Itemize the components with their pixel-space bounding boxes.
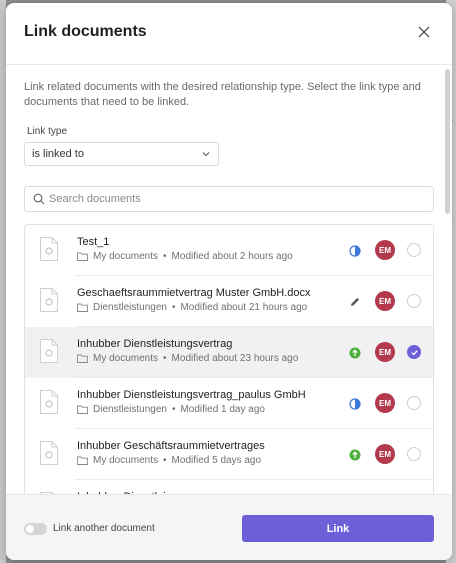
link-another-toggle[interactable]: [24, 523, 47, 535]
dialog-body: Link related documents with the desired …: [6, 66, 452, 494]
document-meta: Dienstleistungen • Modified 1 day ago: [77, 404, 265, 415]
chevron-down-icon: [202, 152, 210, 157]
half-circle-icon: [349, 244, 361, 257]
document-modified: Modified about 23 hours ago: [171, 353, 299, 364]
document-row[interactable]: Test_1 My documents • Modified about 2 hour…: [25, 225, 433, 276]
document-file-icon: [39, 389, 59, 415]
document-name: Inhubber Dienstleistungsvertrag_paulus G…: [77, 389, 306, 401]
document-name: Test_1: [77, 236, 110, 248]
link-another-label: Link another document: [53, 523, 155, 534]
search-icon: [33, 193, 45, 205]
link-button[interactable]: Link: [242, 515, 434, 542]
document-modified: Modified 1 day ago: [180, 404, 265, 415]
toggle-knob: [26, 525, 34, 533]
document-name: Inhubber Geschäftsraummietvertrages: [77, 440, 265, 452]
folder-icon: [77, 252, 88, 261]
document-meta: My documents • Modified about 23 hours ago: [77, 353, 298, 364]
document-modified: Modified 5 days ago: [171, 455, 262, 466]
folder-icon: [77, 303, 88, 312]
document-folder: Dienstleistungen: [93, 404, 167, 415]
document-modified: Modified about 2 hours ago: [171, 251, 293, 262]
green-arrow-up-icon: [349, 346, 361, 359]
dialog-header: Link documents: [6, 3, 452, 65]
document-meta: My documents • Modified about 2 hours ago: [77, 251, 293, 262]
folder-icon: [77, 354, 88, 363]
meta-separator: •: [163, 353, 167, 364]
link-documents-dialog: Link documents Link related documents wi…: [6, 3, 452, 560]
document-folder: Dienstleistungen: [93, 302, 167, 313]
document-file-icon: [39, 236, 59, 262]
scrollbar[interactable]: [445, 69, 450, 214]
avatar: EM: [375, 240, 395, 260]
select-radio[interactable]: [407, 396, 421, 410]
meta-separator: •: [171, 302, 176, 313]
document-file-icon: [39, 287, 59, 313]
select-radio[interactable]: [407, 447, 421, 461]
dialog-description: Link related documents with the desired …: [24, 81, 421, 108]
document-name: Inhubber Dienstleistungsvertrag: [77, 338, 233, 350]
folder-icon: [77, 456, 88, 465]
link-type-value: is linked to: [32, 148, 84, 160]
dialog-footer: Link another document Link: [6, 494, 452, 560]
dialog-title: Link documents: [24, 23, 147, 40]
meta-separator: •: [163, 251, 167, 262]
avatar: EM: [375, 342, 395, 362]
document-folder: My documents: [93, 353, 159, 364]
link-type-select[interactable]: is linked to: [24, 142, 219, 166]
avatar: EM: [375, 291, 395, 311]
document-modified: Modified about 21 hours ago: [180, 302, 308, 313]
document-folder: My documents: [93, 455, 159, 466]
checkmark-icon: [410, 349, 418, 356]
close-icon: [418, 26, 430, 38]
link-type-label: Link type: [27, 126, 68, 137]
document-row[interactable]: Geschaeftsraummietvertrag Muster GmbH.do…: [25, 276, 433, 327]
document-folder: My documents: [93, 251, 159, 262]
document-file-icon: [39, 338, 59, 364]
search-input[interactable]: [49, 189, 419, 209]
pencil-icon: [349, 295, 361, 307]
document-row[interactable]: Inhubber Dienstleistungsvertrag_paulus G…: [25, 378, 433, 429]
avatar: EM: [375, 444, 395, 464]
search-box[interactable]: [24, 186, 434, 212]
select-radio[interactable]: [407, 345, 421, 359]
half-circle-icon: [349, 397, 361, 410]
select-radio[interactable]: [407, 294, 421, 308]
close-button[interactable]: [414, 22, 434, 42]
document-file-icon: [39, 440, 59, 466]
meta-separator: •: [163, 455, 167, 466]
document-meta: Dienstleistungen • Modified about 21 hours…: [77, 302, 307, 313]
document-row[interactable]: Inhubber Dienstleistungsvertrag My docume…: [25, 327, 433, 378]
document-row[interactable]: Inhubber Dienstleis: [25, 480, 433, 494]
select-radio[interactable]: [407, 243, 421, 257]
document-name: Geschaeftsraummietvertrag Muster GmbH.do…: [77, 287, 311, 299]
avatar: EM: [375, 393, 395, 413]
folder-icon: [77, 405, 88, 414]
meta-separator: •: [171, 404, 176, 415]
document-list: Test_1 My documents • Modified about 2 hour…: [24, 224, 434, 494]
document-meta: My documents • Modified 5 days ago: [77, 455, 261, 466]
green-arrow-up-icon: [349, 448, 361, 461]
document-row[interactable]: Inhubber Geschäftsraummietvertrages My do…: [25, 429, 433, 480]
